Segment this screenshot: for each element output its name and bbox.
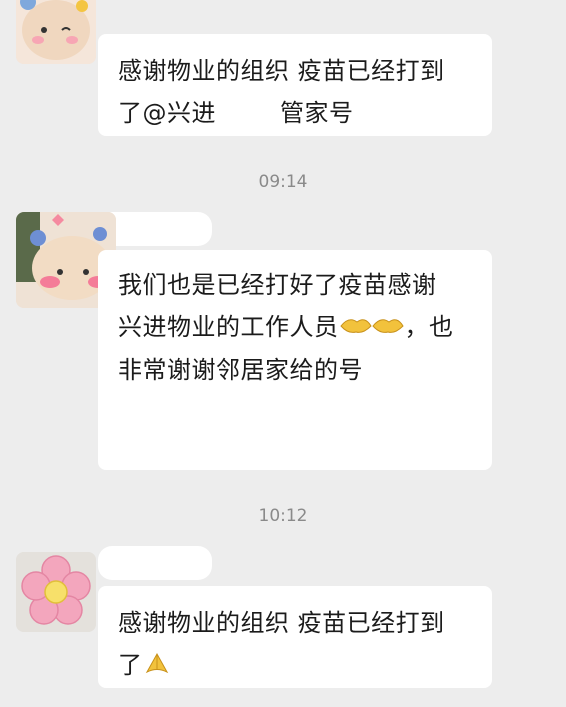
- message-bubble[interactable]: 感谢物业的组织 疫苗已经打到 了: [98, 586, 492, 688]
- message-text-line: 我们也是已经打好了疫苗感谢: [118, 271, 437, 299]
- message-text-fragment: 了: [118, 651, 143, 679]
- pink-flower-avatar-icon: [16, 552, 96, 632]
- message-text-line: 感谢物业的组织 疫苗已经打到: [118, 609, 445, 637]
- message-text-fragment: ，也: [404, 313, 454, 341]
- message-text-line: 兴进物业的工作人员 ，也: [118, 306, 478, 349]
- praying-hands-emoji: [143, 645, 171, 687]
- message-text-fragment: 管家号: [280, 99, 354, 127]
- sender-avatar[interactable]: [16, 0, 96, 64]
- message-text-line: 了@兴进 管家号: [118, 92, 478, 134]
- sender-avatar[interactable]: [16, 552, 96, 632]
- message-text-line: 非常谢谢邻居家给的号: [118, 356, 363, 384]
- message-bubble[interactable]: 我们也是已经打好了疫苗感谢 兴进物业的工作人员 ，也 非常谢谢邻居家给的号: [98, 250, 492, 470]
- timestamp: 10:12: [258, 506, 308, 526]
- redacted-block: [216, 102, 280, 126]
- sender-name-bar: [98, 546, 212, 580]
- handshake-emoji: [339, 307, 405, 349]
- message-bubble[interactable]: 感谢物业的组织 疫苗已经打到 了@兴进 管家号: [98, 34, 492, 136]
- timestamp: 09:14: [258, 172, 308, 192]
- message-text-fragment: 兴进物业的工作人员: [118, 313, 339, 341]
- message-text-fragment: 了@兴进: [118, 99, 216, 127]
- message-text-line: 了: [118, 644, 478, 687]
- bear-sticker-avatar-icon: [16, 0, 96, 64]
- message-text-line: 感谢物业的组织 疫苗已经打到: [118, 57, 445, 85]
